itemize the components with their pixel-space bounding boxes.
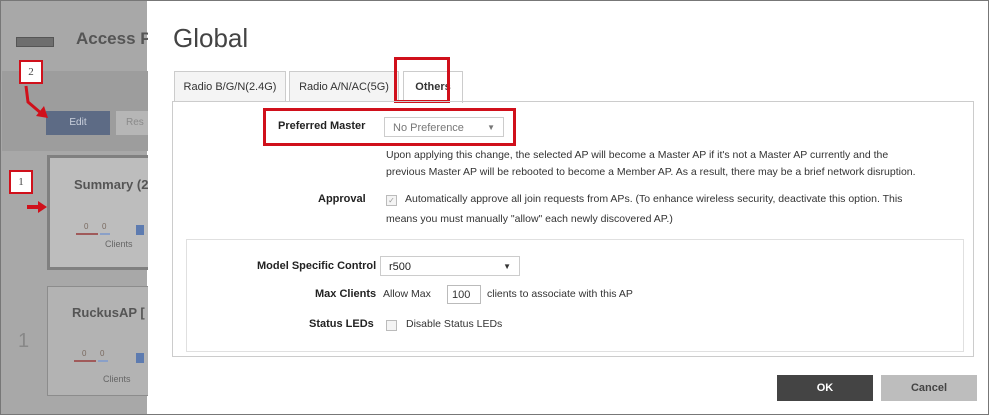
status-leds-label: Status LEDs	[309, 318, 374, 330]
card-title: Summary (2	[74, 177, 149, 192]
step-badge: 1	[9, 170, 33, 194]
max-clients-label: Max Clients	[315, 288, 377, 300]
arrow-icon	[27, 201, 47, 213]
dialog-title: Global	[173, 23, 249, 53]
model-specific-control-label: Model Specific Control	[257, 260, 377, 272]
tab-highlight	[394, 57, 450, 103]
chart-line	[74, 360, 96, 362]
max-clients-suffix: clients to associate with this AP	[487, 288, 633, 300]
ap-card[interactable]: RuckusAP [ 0 0 Clients	[47, 286, 157, 396]
preferred-master-select[interactable]: No Preference ▼	[384, 117, 504, 137]
arrow-icon	[24, 85, 48, 118]
restart-button[interactable]: Res	[116, 111, 150, 135]
chevron-down-icon: ▼	[503, 262, 511, 271]
status-leds-checkbox[interactable]	[386, 320, 397, 331]
max-clients-input[interactable]: 100	[447, 285, 481, 304]
preferred-master-value: No Preference	[393, 122, 464, 134]
global-dialog: Global Radio B/G/N(2.4G) Radio A/N/AC(5G…	[148, 1, 987, 414]
row-number: 1	[18, 330, 30, 352]
tab-radio-5g[interactable]: Radio A/N/AC(5G)	[289, 71, 399, 101]
clients-label: Clients	[105, 239, 133, 249]
summary-card[interactable]: Summary (2 0 0 Clients	[47, 155, 157, 270]
status-leds-checkbox-label: Disable Status LEDs	[406, 318, 503, 330]
background-page-title: Access P	[76, 29, 152, 48]
model-select[interactable]: r500 ▼	[380, 256, 520, 276]
edit-button[interactable]: Edit	[46, 111, 110, 135]
chevron-down-icon: ▼	[487, 123, 495, 132]
card-count: 0	[84, 222, 89, 231]
approval-checkbox[interactable]: ✓	[386, 195, 397, 206]
preferred-master-note: previous Master AP will be rebooted to b…	[386, 166, 916, 178]
max-clients-prefix: Allow Max	[383, 288, 431, 300]
approval-label: Approval	[318, 193, 366, 205]
collapse-bar-icon	[16, 37, 54, 47]
approval-text: means you must manually "allow" each new…	[386, 213, 673, 225]
chart-bar	[136, 353, 144, 363]
chart-line	[98, 360, 108, 362]
chart-line	[76, 233, 98, 235]
cancel-button[interactable]: Cancel	[881, 375, 977, 401]
chart-bar	[136, 225, 144, 235]
preferred-master-label: Preferred Master	[278, 120, 366, 132]
card-count: 0	[100, 349, 105, 358]
step-badge: 2	[19, 60, 43, 84]
tab-radio-24g[interactable]: Radio B/G/N(2.4G)	[174, 71, 286, 101]
preferred-master-note: Upon applying this change, the selected …	[386, 149, 889, 161]
model-select-value: r500	[389, 261, 412, 273]
clients-label: Clients	[103, 374, 131, 384]
approval-text: Automatically approve all join requests …	[405, 193, 903, 205]
ok-button[interactable]: OK	[777, 375, 873, 401]
card-title: RuckusAP [	[72, 305, 145, 320]
card-count: 0	[102, 222, 107, 231]
chart-line	[100, 233, 110, 235]
card-count: 0	[82, 349, 87, 358]
